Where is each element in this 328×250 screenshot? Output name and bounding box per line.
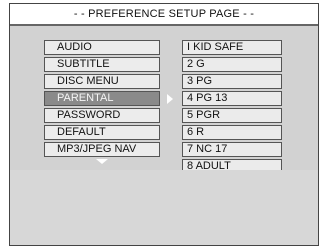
setup-screen: - - PREFERENCE SETUP PAGE - - AUDIO SUBT… <box>9 3 319 246</box>
menu-item-subtitle[interactable]: SUBTITLE <box>44 57 160 72</box>
menu-item-parental[interactable]: PARENTAL <box>44 91 160 106</box>
menu-item-default[interactable]: DEFAULT <box>44 125 160 140</box>
menu-item-mp3-jpeg-nav[interactable]: MP3/JPEG NAV <box>44 142 160 157</box>
option-r[interactable]: 6 R <box>182 125 282 140</box>
menu-item-password[interactable]: PASSWORD <box>44 108 160 123</box>
option-pg[interactable]: 3 PG <box>182 74 282 89</box>
menu-panel: AUDIO SUBTITLE DISC MENU PARENTAL PASSWO… <box>10 26 318 181</box>
info-area <box>10 170 318 245</box>
right-arrow-icon <box>167 94 173 104</box>
option-g[interactable]: 2 G <box>182 57 282 72</box>
menu-item-disc-menu[interactable]: DISC MENU <box>44 74 160 89</box>
scroll-down-arrow-icon[interactable] <box>96 159 108 164</box>
page-title: - - PREFERENCE SETUP PAGE - - <box>10 4 318 26</box>
option-nc-17[interactable]: 7 NC 17 <box>182 142 282 157</box>
option-pgr[interactable]: 5 PGR <box>182 108 282 123</box>
option-pg-13[interactable]: 4 PG 13 <box>182 91 282 106</box>
preference-menu: AUDIO SUBTITLE DISC MENU PARENTAL PASSWO… <box>44 40 160 164</box>
menu-item-audio[interactable]: AUDIO <box>44 40 160 55</box>
option-kid-safe[interactable]: I KID SAFE <box>182 40 282 55</box>
parental-level-menu: I KID SAFE 2 G 3 PG 4 PG 13 5 PGR 6 R 7 … <box>182 40 282 181</box>
